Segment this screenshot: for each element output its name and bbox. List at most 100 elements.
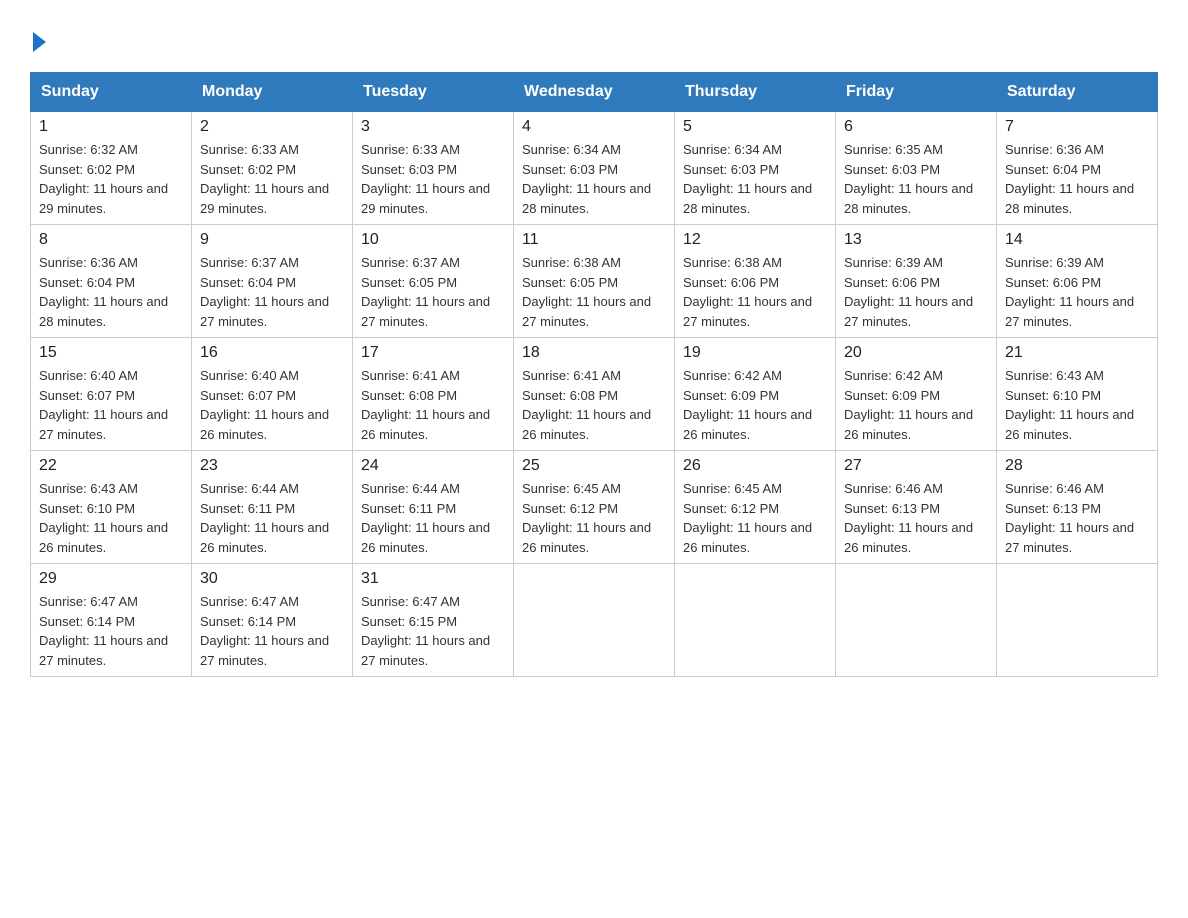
day-cell: 25 Sunrise: 6:45 AM Sunset: 6:12 PM Dayl…: [514, 451, 675, 564]
day-number: 15: [39, 344, 183, 362]
day-cell: 9 Sunrise: 6:37 AM Sunset: 6:04 PM Dayli…: [192, 225, 353, 338]
day-info: Sunrise: 6:45 AM Sunset: 6:12 PM Dayligh…: [683, 479, 827, 557]
day-number: 31: [361, 570, 505, 588]
day-cell: 4 Sunrise: 6:34 AM Sunset: 6:03 PM Dayli…: [514, 112, 675, 225]
day-cell: 21 Sunrise: 6:43 AM Sunset: 6:10 PM Dayl…: [997, 338, 1158, 451]
calendar-table: SundayMondayTuesdayWednesdayThursdayFrid…: [30, 72, 1158, 677]
day-cell: [997, 564, 1158, 677]
day-number: 4: [522, 118, 666, 136]
day-cell: 10 Sunrise: 6:37 AM Sunset: 6:05 PM Dayl…: [353, 225, 514, 338]
day-number: 25: [522, 457, 666, 475]
day-number: 10: [361, 231, 505, 249]
day-info: Sunrise: 6:36 AM Sunset: 6:04 PM Dayligh…: [1005, 140, 1149, 218]
day-number: 14: [1005, 231, 1149, 249]
calendar-body: 1 Sunrise: 6:32 AM Sunset: 6:02 PM Dayli…: [31, 112, 1158, 677]
day-cell: 7 Sunrise: 6:36 AM Sunset: 6:04 PM Dayli…: [997, 112, 1158, 225]
day-number: 30: [200, 570, 344, 588]
header-cell-friday: Friday: [836, 73, 997, 112]
day-cell: 22 Sunrise: 6:43 AM Sunset: 6:10 PM Dayl…: [31, 451, 192, 564]
day-number: 13: [844, 231, 988, 249]
day-cell: 31 Sunrise: 6:47 AM Sunset: 6:15 PM Dayl…: [353, 564, 514, 677]
day-info: Sunrise: 6:47 AM Sunset: 6:15 PM Dayligh…: [361, 592, 505, 670]
day-info: Sunrise: 6:34 AM Sunset: 6:03 PM Dayligh…: [522, 140, 666, 218]
day-cell: 13 Sunrise: 6:39 AM Sunset: 6:06 PM Dayl…: [836, 225, 997, 338]
day-number: 26: [683, 457, 827, 475]
day-info: Sunrise: 6:47 AM Sunset: 6:14 PM Dayligh…: [39, 592, 183, 670]
day-info: Sunrise: 6:41 AM Sunset: 6:08 PM Dayligh…: [522, 366, 666, 444]
day-cell: 6 Sunrise: 6:35 AM Sunset: 6:03 PM Dayli…: [836, 112, 997, 225]
day-number: 5: [683, 118, 827, 136]
day-info: Sunrise: 6:38 AM Sunset: 6:06 PM Dayligh…: [683, 253, 827, 331]
day-cell: 16 Sunrise: 6:40 AM Sunset: 6:07 PM Dayl…: [192, 338, 353, 451]
day-number: 16: [200, 344, 344, 362]
day-info: Sunrise: 6:33 AM Sunset: 6:02 PM Dayligh…: [200, 140, 344, 218]
day-info: Sunrise: 6:39 AM Sunset: 6:06 PM Dayligh…: [1005, 253, 1149, 331]
day-info: Sunrise: 6:43 AM Sunset: 6:10 PM Dayligh…: [1005, 366, 1149, 444]
day-info: Sunrise: 6:37 AM Sunset: 6:05 PM Dayligh…: [361, 253, 505, 331]
header-cell-sunday: Sunday: [31, 73, 192, 112]
day-info: Sunrise: 6:37 AM Sunset: 6:04 PM Dayligh…: [200, 253, 344, 331]
day-info: Sunrise: 6:43 AM Sunset: 6:10 PM Dayligh…: [39, 479, 183, 557]
day-cell: 14 Sunrise: 6:39 AM Sunset: 6:06 PM Dayl…: [997, 225, 1158, 338]
day-cell: 3 Sunrise: 6:33 AM Sunset: 6:03 PM Dayli…: [353, 112, 514, 225]
day-cell: 24 Sunrise: 6:44 AM Sunset: 6:11 PM Dayl…: [353, 451, 514, 564]
logo-triangle-icon: [33, 32, 46, 52]
day-number: 23: [200, 457, 344, 475]
day-number: 9: [200, 231, 344, 249]
day-info: Sunrise: 6:34 AM Sunset: 6:03 PM Dayligh…: [683, 140, 827, 218]
day-info: Sunrise: 6:38 AM Sunset: 6:05 PM Dayligh…: [522, 253, 666, 331]
week-row-2: 8 Sunrise: 6:36 AM Sunset: 6:04 PM Dayli…: [31, 225, 1158, 338]
day-number: 22: [39, 457, 183, 475]
day-info: Sunrise: 6:32 AM Sunset: 6:02 PM Dayligh…: [39, 140, 183, 218]
day-cell: [514, 564, 675, 677]
day-cell: 27 Sunrise: 6:46 AM Sunset: 6:13 PM Dayl…: [836, 451, 997, 564]
day-info: Sunrise: 6:36 AM Sunset: 6:04 PM Dayligh…: [39, 253, 183, 331]
day-cell: 28 Sunrise: 6:46 AM Sunset: 6:13 PM Dayl…: [997, 451, 1158, 564]
day-number: 1: [39, 118, 183, 136]
day-number: 28: [1005, 457, 1149, 475]
day-number: 12: [683, 231, 827, 249]
day-number: 24: [361, 457, 505, 475]
header-cell-saturday: Saturday: [997, 73, 1158, 112]
day-cell: 17 Sunrise: 6:41 AM Sunset: 6:08 PM Dayl…: [353, 338, 514, 451]
day-cell: 1 Sunrise: 6:32 AM Sunset: 6:02 PM Dayli…: [31, 112, 192, 225]
week-row-3: 15 Sunrise: 6:40 AM Sunset: 6:07 PM Dayl…: [31, 338, 1158, 451]
day-info: Sunrise: 6:42 AM Sunset: 6:09 PM Dayligh…: [683, 366, 827, 444]
day-number: 17: [361, 344, 505, 362]
day-number: 27: [844, 457, 988, 475]
day-info: Sunrise: 6:42 AM Sunset: 6:09 PM Dayligh…: [844, 366, 988, 444]
day-number: 19: [683, 344, 827, 362]
day-info: Sunrise: 6:40 AM Sunset: 6:07 PM Dayligh…: [39, 366, 183, 444]
day-info: Sunrise: 6:41 AM Sunset: 6:08 PM Dayligh…: [361, 366, 505, 444]
day-cell: 26 Sunrise: 6:45 AM Sunset: 6:12 PM Dayl…: [675, 451, 836, 564]
week-row-1: 1 Sunrise: 6:32 AM Sunset: 6:02 PM Dayli…: [31, 112, 1158, 225]
day-number: 8: [39, 231, 183, 249]
day-cell: 15 Sunrise: 6:40 AM Sunset: 6:07 PM Dayl…: [31, 338, 192, 451]
day-cell: 5 Sunrise: 6:34 AM Sunset: 6:03 PM Dayli…: [675, 112, 836, 225]
week-row-4: 22 Sunrise: 6:43 AM Sunset: 6:10 PM Dayl…: [31, 451, 1158, 564]
calendar-header-row: SundayMondayTuesdayWednesdayThursdayFrid…: [31, 73, 1158, 112]
header-cell-tuesday: Tuesday: [353, 73, 514, 112]
day-cell: [836, 564, 997, 677]
day-info: Sunrise: 6:44 AM Sunset: 6:11 PM Dayligh…: [361, 479, 505, 557]
day-info: Sunrise: 6:45 AM Sunset: 6:12 PM Dayligh…: [522, 479, 666, 557]
day-info: Sunrise: 6:39 AM Sunset: 6:06 PM Dayligh…: [844, 253, 988, 331]
day-number: 20: [844, 344, 988, 362]
day-cell: 12 Sunrise: 6:38 AM Sunset: 6:06 PM Dayl…: [675, 225, 836, 338]
logo: [30, 30, 46, 52]
day-info: Sunrise: 6:35 AM Sunset: 6:03 PM Dayligh…: [844, 140, 988, 218]
header-cell-monday: Monday: [192, 73, 353, 112]
day-number: 11: [522, 231, 666, 249]
day-number: 2: [200, 118, 344, 136]
day-cell: [675, 564, 836, 677]
day-cell: 20 Sunrise: 6:42 AM Sunset: 6:09 PM Dayl…: [836, 338, 997, 451]
day-number: 18: [522, 344, 666, 362]
day-info: Sunrise: 6:44 AM Sunset: 6:11 PM Dayligh…: [200, 479, 344, 557]
day-info: Sunrise: 6:33 AM Sunset: 6:03 PM Dayligh…: [361, 140, 505, 218]
day-cell: 18 Sunrise: 6:41 AM Sunset: 6:08 PM Dayl…: [514, 338, 675, 451]
day-cell: 29 Sunrise: 6:47 AM Sunset: 6:14 PM Dayl…: [31, 564, 192, 677]
day-cell: 2 Sunrise: 6:33 AM Sunset: 6:02 PM Dayli…: [192, 112, 353, 225]
day-cell: 11 Sunrise: 6:38 AM Sunset: 6:05 PM Dayl…: [514, 225, 675, 338]
day-cell: 30 Sunrise: 6:47 AM Sunset: 6:14 PM Dayl…: [192, 564, 353, 677]
day-number: 21: [1005, 344, 1149, 362]
